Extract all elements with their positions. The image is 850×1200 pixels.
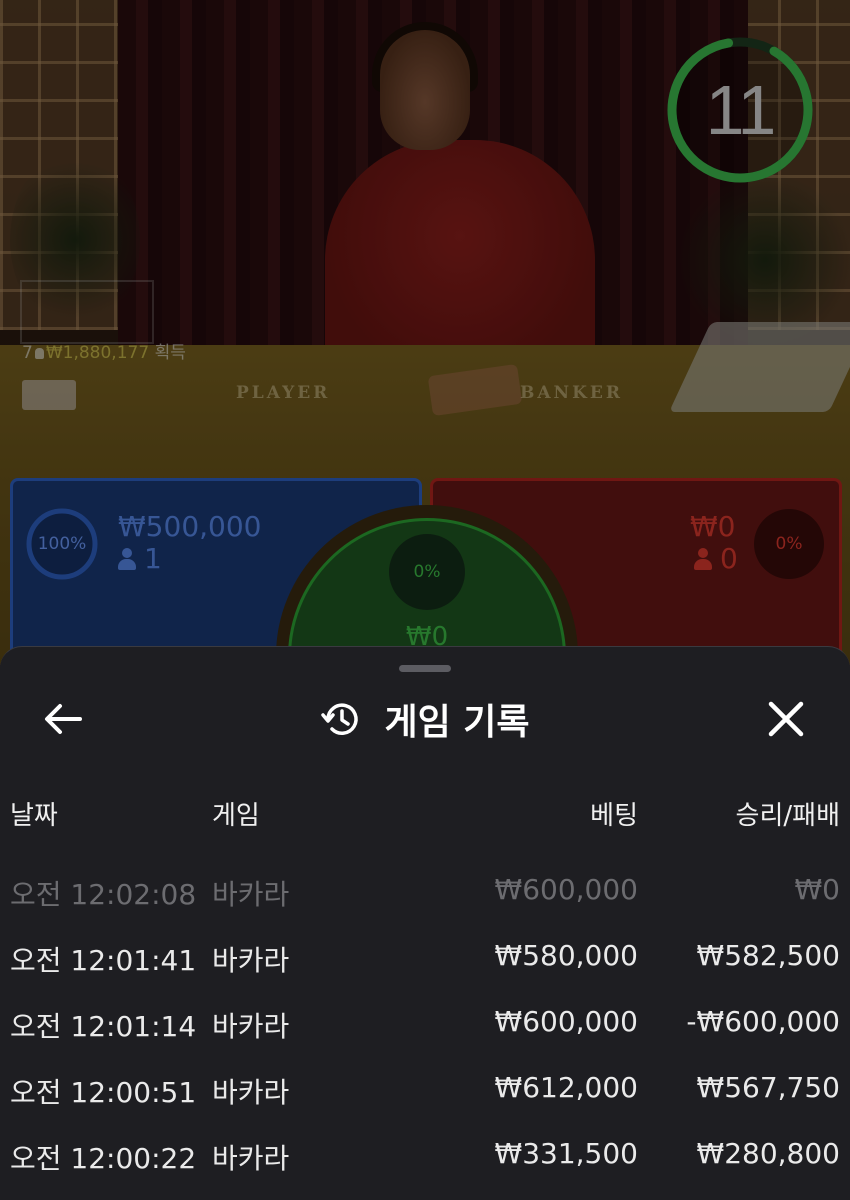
sheet-title: 게임 기록	[384, 702, 530, 743]
row-time: 오전 12:01:14	[10, 1010, 197, 1043]
column-header-bet: 베팅	[590, 801, 638, 831]
row-time: 오전 12:00:51	[10, 1076, 197, 1109]
sheet-header: 게임 기록	[0, 695, 850, 743]
row-bet: ₩600,000	[494, 873, 638, 906]
close-icon	[768, 701, 804, 737]
row-game: 바카라	[212, 878, 290, 911]
game-history-sheet: 게임 기록 날짜 게임 베팅 승리/패배 오전 12:02:08 바카라 ₩60…	[0, 646, 850, 1200]
row-bet: ₩331,500	[494, 1137, 638, 1170]
history-row[interactable]: 오전 12:00:51 바카라 ₩612,000 ₩567,750	[0, 1071, 850, 1111]
row-win-loss: -₩600,000	[686, 1005, 840, 1038]
history-row[interactable]: 오전 12:02:08 바카라 ₩600,000 ₩0	[0, 873, 850, 913]
row-bet: ₩612,000	[494, 1071, 638, 1104]
row-game: 바카라	[212, 1076, 290, 1109]
row-time: 오전 12:01:41	[10, 944, 197, 977]
row-win-loss: ₩582,500	[696, 939, 840, 972]
row-bet: ₩600,000	[494, 1005, 638, 1038]
history-row[interactable]: 오전 12:01:14 바카라 ₩600,000 -₩600,000	[0, 1005, 850, 1045]
row-win-loss: ₩280,800	[696, 1137, 840, 1170]
row-bet: ₩580,000	[494, 939, 638, 972]
sheet-drag-handle[interactable]	[399, 665, 451, 672]
column-header-game: 게임	[212, 801, 260, 831]
row-time: 오전 12:02:08	[10, 878, 197, 911]
row-win-loss: ₩567,750	[696, 1071, 840, 1104]
row-game: 바카라	[212, 944, 290, 977]
history-row[interactable]: 오전 12:01:41 바카라 ₩580,000 ₩582,500	[0, 939, 850, 979]
history-row[interactable]: 오전 12:00:22 바카라 ₩331,500 ₩280,800	[0, 1137, 850, 1177]
column-header-win-loss: 승리/패배	[735, 801, 840, 831]
row-game: 바카라	[212, 1142, 290, 1175]
row-time: 오전 12:00:22	[10, 1142, 197, 1175]
row-game: 바카라	[212, 1010, 290, 1043]
row-win-loss: ₩0	[794, 873, 841, 906]
column-header-date: 날짜	[10, 801, 58, 831]
history-clock-icon	[321, 703, 359, 735]
close-button[interactable]	[762, 695, 810, 743]
